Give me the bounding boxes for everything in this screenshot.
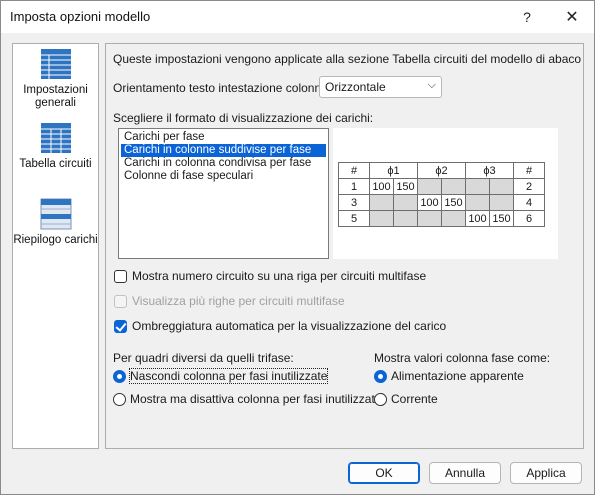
show-circuit-number-checkbox[interactable]: Mostra numero circuito su una riga per c… [114, 269, 426, 283]
table-row: 5 100 150 6 [338, 210, 545, 227]
table-cell: 4 [513, 194, 545, 211]
summary-table-icon [40, 198, 71, 230]
table-cell: 1 [338, 178, 370, 195]
table-header: # [338, 162, 370, 179]
sidebar-item-label: Tabella circuiti [19, 158, 92, 170]
table-cell: 3 [338, 194, 370, 211]
table-cell [465, 194, 490, 211]
sidebar-item-circuit-table[interactable]: Tabella circuiti [13, 122, 98, 171]
radio-dot[interactable] [113, 392, 126, 406]
radio-label: Mostra ma disattiva colonna per fasi inu… [130, 392, 382, 406]
format-label: Scegliere il formato di visualizzazione … [113, 111, 374, 125]
radio-label: Corrente [391, 392, 438, 406]
table-cell [441, 210, 466, 227]
radio-label: Alimentazione apparente [391, 369, 524, 383]
table-header: ϕ3 [465, 162, 514, 179]
hide-unused-phase-radio[interactable]: Nascondi colonna per fasi inutilizzate [113, 368, 329, 384]
list-item[interactable]: Colonne di fase speculari [121, 170, 256, 183]
table-row: 3 100 150 4 [338, 194, 545, 211]
panel-description: Queste impostazioni vengono applicate al… [113, 52, 583, 66]
table-cell [441, 178, 466, 195]
format-listbox[interactable]: Carichi per fase Carichi in colonne sudd… [118, 128, 329, 259]
close-button[interactable]: ✕ [550, 1, 594, 33]
show-disabled-phase-radio[interactable]: Mostra ma disattiva colonna per fasi inu… [113, 392, 381, 406]
radio-label: Nascondi colonna per fasi inutilizzate [128, 368, 329, 384]
circuit-table-icon [40, 123, 71, 153]
multi-row-checkbox: Visualizza più righe per circuiti multif… [114, 294, 345, 308]
table-cell: 150 [441, 194, 466, 211]
radio-dot[interactable] [374, 392, 387, 406]
table-row: 1 100 150 2 [338, 178, 545, 195]
checkbox-label: Mostra numero circuito su una riga per c… [132, 269, 427, 283]
sidebar-item-load-summary[interactable]: Riepilogo carichi [13, 198, 98, 247]
settings-sidebar: Impostazioni generali Tabella circuiti R… [12, 43, 99, 449]
apply-button[interactable]: Applica [510, 462, 582, 484]
orientation-label: Orientamento testo intestazione colonna: [113, 81, 332, 95]
table-cell [465, 178, 490, 195]
table-cell [489, 178, 514, 195]
table-cell: 150 [393, 178, 418, 195]
cancel-button[interactable]: Annulla [429, 462, 501, 484]
radio-dot[interactable] [374, 369, 387, 383]
orientation-dropdown[interactable]: Orizzontale ⌵ [319, 76, 442, 98]
non-three-phase-group-title: Per quadri diversi da quelli trifase: [113, 351, 294, 365]
table-cell [393, 194, 418, 211]
orientation-value: Orizzontale [325, 80, 386, 94]
table-header: # [513, 162, 545, 179]
current-radio[interactable]: Corrente [374, 392, 438, 406]
checkbox-label: Ombreggiatura automatica per la visualiz… [132, 319, 447, 333]
table-row: # ϕ1 ϕ2 ϕ3 # [338, 162, 545, 179]
table-cell: 100 [417, 194, 442, 211]
table-cell [417, 210, 442, 227]
preview-table: # ϕ1 ϕ2 ϕ3 # 1 100 150 2 3 100 150 4 5 1… [338, 162, 545, 227]
settings-panel: Queste impostazioni vengono applicate al… [105, 43, 584, 449]
dialog-title: Imposta opzioni modello [10, 9, 151, 24]
table-cell [369, 210, 394, 227]
radio-dot[interactable] [113, 369, 126, 383]
apparent-power-radio[interactable]: Alimentazione apparente [374, 369, 524, 383]
table-cell [489, 194, 514, 211]
table-cell [369, 194, 394, 211]
sidebar-item-label: Impostazioni generali [23, 84, 88, 109]
checkbox-box[interactable] [114, 319, 127, 333]
checkbox-label: Visualizza più righe per circuiti multif… [132, 294, 345, 308]
title-bar: Imposta opzioni modello ? ✕ [1, 1, 594, 33]
sidebar-item-general[interactable]: Impostazioni generali [13, 48, 98, 110]
table-cell: 150 [489, 210, 514, 227]
sidebar-item-label: Riepilogo carichi [13, 234, 98, 246]
table-cell: 100 [369, 178, 394, 195]
table-cell: 5 [338, 210, 370, 227]
format-preview: # ϕ1 ϕ2 ϕ3 # 1 100 150 2 3 100 150 4 5 1… [333, 128, 558, 259]
table-icon [40, 49, 71, 79]
table-header: ϕ2 [417, 162, 466, 179]
table-cell: 2 [513, 178, 545, 195]
list-item[interactable]: Carichi in colonne suddivise per fase [121, 144, 326, 157]
table-cell [417, 178, 442, 195]
auto-shading-checkbox[interactable]: Ombreggiatura automatica per la visualiz… [114, 319, 446, 333]
checkbox-box[interactable] [114, 269, 127, 283]
table-cell [393, 210, 418, 227]
checkbox-box [114, 294, 127, 308]
ok-button[interactable]: OK [348, 462, 420, 484]
list-item[interactable]: Carichi per fase [121, 131, 208, 144]
chevron-down-icon: ⌵ [427, 79, 436, 91]
list-item[interactable]: Carichi in colonna condivisa per fase [121, 157, 314, 170]
help-button[interactable]: ? [505, 1, 549, 33]
dialog-window: Imposta opzioni modello ? ✕ Impostazioni… [0, 0, 595, 495]
table-header: ϕ1 [369, 162, 418, 179]
phase-values-group-title: Mostra valori colonna fase come: [374, 351, 551, 365]
table-cell: 100 [465, 210, 490, 227]
table-cell: 6 [513, 210, 545, 227]
